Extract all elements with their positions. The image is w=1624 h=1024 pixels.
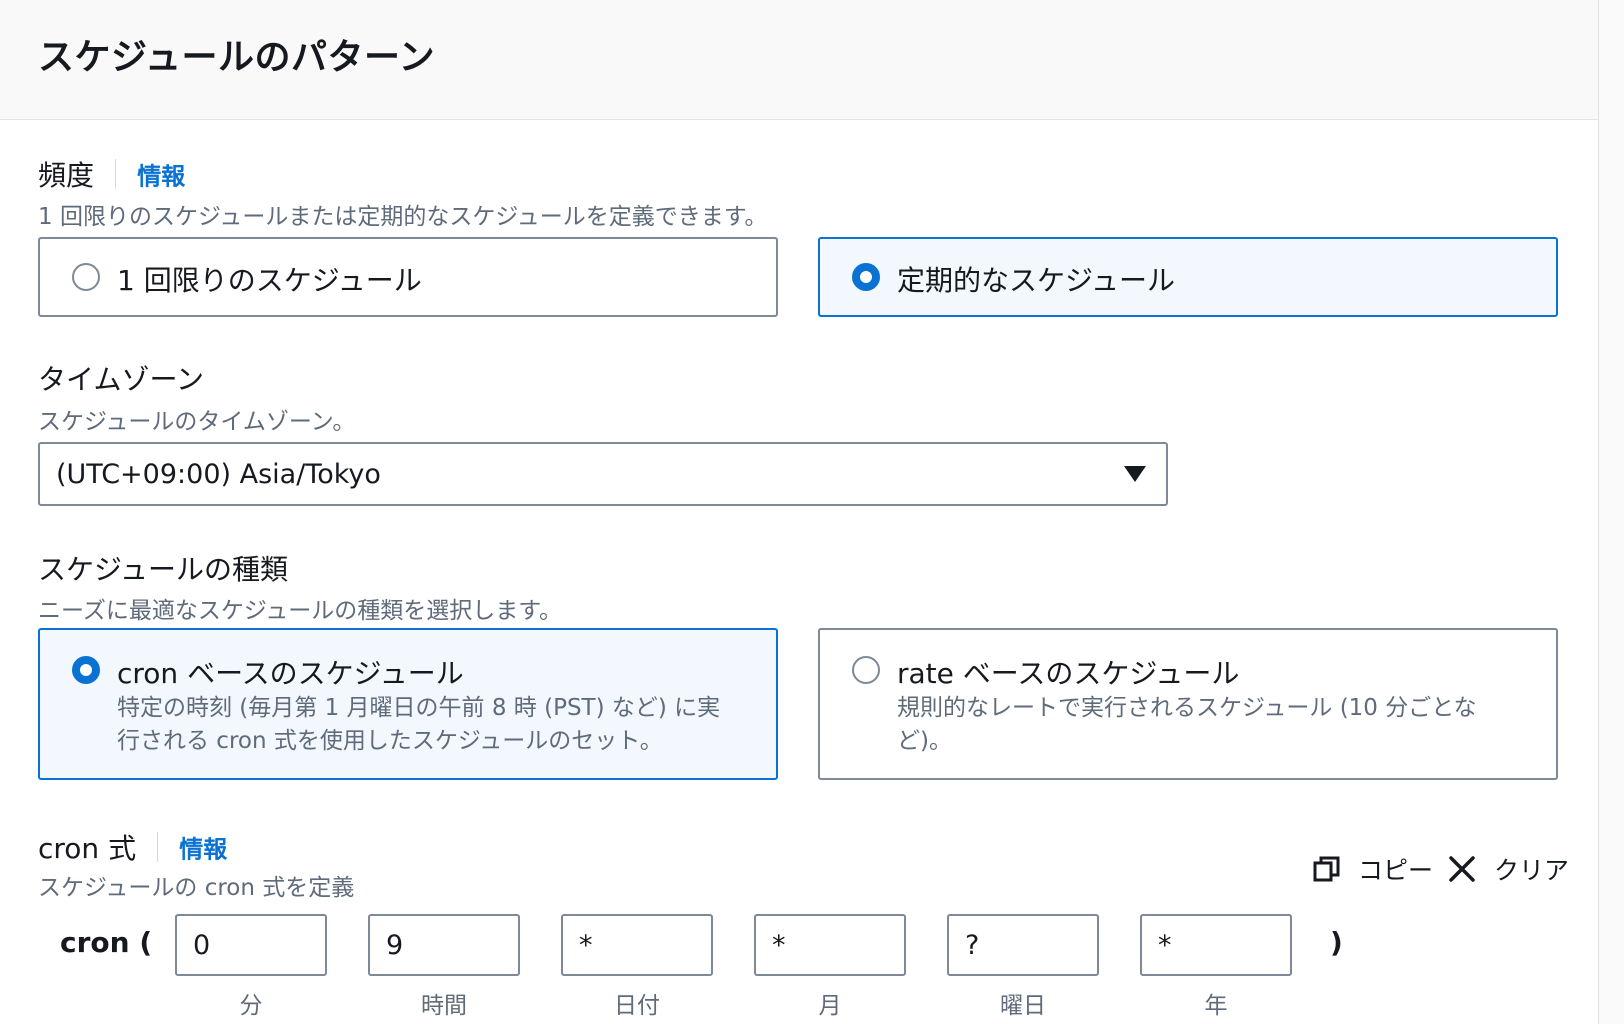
clear-button-label: クリア [1493,856,1569,885]
radio-one-time[interactable] [72,263,100,291]
timezone-select[interactable]: (UTC+09:00) Asia/Tokyo [38,442,1168,506]
schedule-pattern-page: スケジュールのパターン 頻度 情報 1 回限りのスケジュールまたは定期的なスケジ… [0,0,1624,1024]
timezone-select-value: (UTC+09:00) Asia/Tokyo [56,459,381,490]
schedule-type-option-cron-label: cron ベースのスケジュール [117,657,464,690]
schedule-type-option-rate-desc-line1: 規則的なレートで実行されるスケジュール (10 分ごとな [897,695,1477,721]
radio-cron[interactable] [72,656,100,684]
frequency-option-recurring-label: 定期的なスケジュール [897,264,1176,297]
schedule-type-option-cron-desc: 特定の時刻 (毎月第 1 月曜日の午前 8 時 (PST) など) に実 行され… [117,692,720,758]
frequency-option-one-time-label: 1 回限りのスケジュール [117,264,422,297]
cron-label: cron 式 [38,832,137,865]
cron-day-of-month-input[interactable]: * [561,914,713,976]
cron-hours-label: 時間 [421,993,467,1019]
close-icon [1449,856,1475,882]
cron-minutes-input[interactable]: 0 [175,914,327,976]
caret-down-icon [1124,466,1146,482]
cron-suffix: ) [1330,926,1343,959]
cron-info-link[interactable]: 情報 [179,836,227,864]
cron-month-input[interactable]: * [754,914,906,976]
frequency-label: 頻度 [38,159,95,192]
cron-year-value: * [1158,930,1172,961]
cron-description: スケジュールの cron 式を定義 [38,875,355,901]
info-separator [115,159,117,189]
cron-year-input[interactable]: * [1140,914,1292,976]
schedule-type-option-cron-desc-line1: 特定の時刻 (毎月第 1 月曜日の午前 8 時 (PST) など) に実 [117,695,721,721]
cron-minutes-label: 分 [239,993,263,1019]
cron-label-row: cron 式 情報 [38,827,227,867]
page-gutter [1599,0,1624,1024]
cron-day-of-week-input[interactable]: ? [947,914,1099,976]
frequency-label-row: 頻度 情報 [38,154,185,194]
cron-day-of-week-label: 曜日 [1000,993,1046,1019]
cron-day-of-week-value: ? [965,930,980,961]
cron-month-value: * [772,930,786,961]
schedule-type-option-rate[interactable]: rate ベースのスケジュール 規則的なレートで実行されるスケジュール (10 … [818,628,1558,780]
page-title: スケジュールのパターン [38,37,436,78]
copy-button[interactable]: コピー [1312,851,1433,887]
frequency-option-recurring[interactable]: 定期的なスケジュール [818,237,1558,317]
cron-hours-input[interactable]: 9 [368,914,520,976]
schedule-type-option-rate-label: rate ベースのスケジュール [897,657,1240,690]
radio-recurring[interactable] [852,263,880,291]
cron-month-label: 月 [818,993,842,1019]
clear-button[interactable]: クリア [1448,851,1569,887]
schedule-type-label: スケジュールの種類 [38,553,289,586]
schedule-type-option-rate-desc: 規則的なレートで実行されるスケジュール (10 分ごとな ど)。 [897,692,1477,758]
frequency-description: 1 回限りのスケジュールまたは定期的なスケジュールを定義できます。 [38,204,768,230]
section-header: スケジュールのパターン [0,0,1598,120]
cron-minutes-value: 0 [193,930,211,961]
copy-button-label: コピー [1357,856,1433,885]
cron-year-label: 年 [1204,993,1228,1019]
radio-rate[interactable] [852,656,880,684]
schedule-type-option-cron[interactable]: cron ベースのスケジュール 特定の時刻 (毎月第 1 月曜日の午前 8 時 … [38,628,778,780]
cron-day-of-month-value: * [579,930,593,961]
cron-day-of-month-label: 日付 [614,993,660,1019]
frequency-info-link[interactable]: 情報 [137,163,185,191]
timezone-label: タイムゾーン [38,363,205,396]
schedule-type-description: ニーズに最適なスケジュールの種類を選択します。 [38,598,562,624]
cron-hours-value: 9 [386,930,404,961]
frequency-option-one-time[interactable]: 1 回限りのスケジュール [38,237,778,317]
timezone-description: スケジュールのタイムゾーン。 [38,409,356,435]
schedule-type-option-cron-desc-line2: 行される cron 式を使用したスケジュールのセット。 [117,728,663,754]
cron-prefix: cron ( [60,926,153,959]
info-separator [157,832,159,862]
copy-icon [1313,856,1340,882]
schedule-type-option-rate-desc-line2: ど)。 [897,728,952,754]
